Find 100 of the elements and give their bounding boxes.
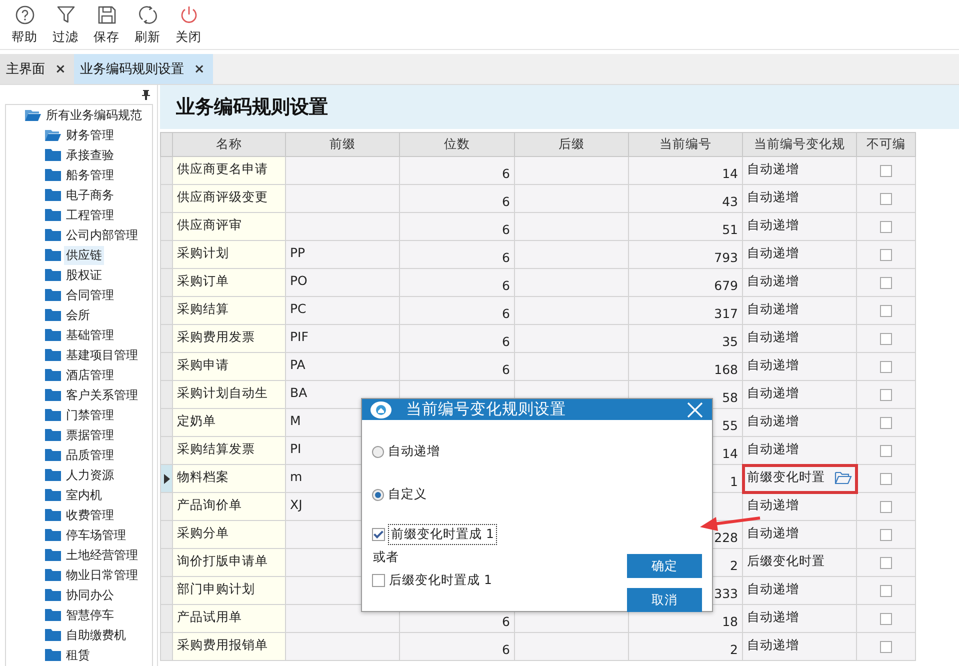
refresh-icon [136,4,158,26]
tree-item[interactable]: 门禁管理 [64,406,116,424]
tree-item[interactable]: 土地经营管理 [64,546,140,564]
checkbox[interactable] [880,249,892,262]
table-cell: 14 [628,156,742,184]
toolbar-button[interactable]: 保存 [86,4,127,46]
toolbar-button[interactable]: 关闭 [168,4,209,46]
table-cell: 6 [400,240,514,268]
tree-item[interactable]: 客户关系管理 [64,386,140,404]
column-header[interactable]: 前缀 [286,132,400,156]
table-cell: 6 [400,324,514,352]
checkbox[interactable] [880,165,892,178]
close-icon[interactable] [686,400,704,418]
tree-item[interactable]: 票据管理 [64,426,116,444]
tree-item[interactable]: 物业日常管理 [64,566,140,584]
checkbox[interactable] [880,277,892,290]
tree-item[interactable]: 收费管理 [64,506,116,524]
tree-item[interactable]: 合同管理 [64,286,116,304]
tree-item[interactable]: 财务管理 [64,126,116,144]
tree-item[interactable]: 股权证 [64,266,104,284]
table-cell: 51 [628,212,742,240]
checkbox[interactable] [880,221,892,234]
tree-item[interactable]: 酒店管理 [64,366,116,384]
table-cell: 自动递增 [742,576,856,604]
column-header[interactable]: 当前编号变化规 [742,132,856,156]
tab[interactable]: 业务编码规则设置 × [74,54,213,84]
column-header[interactable]: 名称 [172,132,286,156]
table-cell: 6 [400,296,514,324]
close-tab-button[interactable]: × [55,62,66,76]
tree-item[interactable]: 基建项目管理 [64,346,140,364]
table-cell: 自动递增 [742,240,856,268]
checkbox[interactable] [880,641,892,654]
radio-button[interactable] [372,488,384,500]
dialog-button[interactable]: 确定 [627,554,702,578]
table-cell: 采购分单 [172,520,286,548]
tree-item[interactable]: 品质管理 [64,446,116,464]
checkbox-label[interactable]: 后缀变化时置成 1 [389,572,492,589]
checkbox[interactable] [372,528,385,541]
column-header[interactable]: 位数 [400,132,514,156]
checkbox[interactable] [880,333,892,346]
checkbox[interactable] [880,445,892,458]
table-cell: 采购结算 [172,296,286,324]
tree-item[interactable]: 智慧停车 [64,606,116,624]
table-cell: 自动递增 [742,156,856,184]
tree-item[interactable]: 所有业务编码规范 [44,106,144,124]
tree-item[interactable]: 协同办公 [64,586,116,604]
table-cell: 6 [400,212,514,240]
checkbox[interactable] [880,193,892,206]
tree-item[interactable]: 电子商务 [64,186,116,204]
checkbox[interactable] [880,417,892,430]
checkbox[interactable] [880,305,892,318]
toolbar-button[interactable]: 过滤 [45,4,86,46]
table-cell: 6 [400,156,514,184]
table-cell: 供应商评审 [172,212,286,240]
tree-item[interactable]: 租赁 [64,646,92,664]
tree-item[interactable]: 公司内部管理 [64,226,140,244]
tree-item[interactable]: 工程管理 [64,206,116,224]
table-cell: 自动递增 [742,352,856,380]
table-cell: 部门申购计划 [172,576,286,604]
tree-item[interactable]: 停车场管理 [64,526,128,544]
checkbox[interactable] [880,613,892,626]
table-cell: 793 [628,240,742,268]
radio-button[interactable] [372,446,384,458]
table-cell: 168 [628,352,742,380]
column-header[interactable]: 当前编号 [628,132,742,156]
tree-item[interactable]: 自助缴费机 [64,626,128,644]
separator-text: 或者 [373,549,400,566]
column-header[interactable]: 后缀 [514,132,628,156]
table-cell: PIF [286,324,400,352]
checkbox-label[interactable]: 前缀变化时置成 1 [389,525,496,544]
table-cell: 产品试用单 [172,604,286,632]
pin-icon [141,89,151,100]
tree-item[interactable]: 供应链 [64,246,104,264]
table-cell: 自动递增 [742,436,856,464]
tree-item[interactable]: 室内机 [64,486,104,504]
checkbox[interactable] [880,529,892,542]
checkbox[interactable] [880,557,892,570]
tree-item[interactable]: 人力资源 [64,466,116,484]
checkbox[interactable] [880,585,892,598]
table-cell: 自动递增 [742,492,856,520]
tree-item[interactable]: 承接查验 [64,146,116,164]
close-tab-button[interactable]: × [194,62,205,76]
table-cell: 35 [628,324,742,352]
checkbox[interactable] [880,361,892,374]
tab[interactable]: 主界面 × [0,54,74,84]
dialog-button[interactable]: 取消 [627,588,702,612]
tree-item[interactable]: 船务管理 [64,166,116,184]
checkbox[interactable] [880,389,892,402]
column-header[interactable]: 不可编 [856,132,916,156]
toolbar-button[interactable]: 刷新 [127,4,168,46]
checkbox[interactable] [880,473,892,486]
toolbar-button[interactable]: 帮助 [4,4,45,46]
table-cell: 定奶单 [172,408,286,436]
table-cell: 43 [628,184,742,212]
table-cell: 供应商评级变更 [172,184,286,212]
checkbox[interactable] [372,574,385,587]
checkbox[interactable] [880,501,892,514]
tree-item[interactable]: 基础管理 [64,326,116,344]
table-cell: 采购申请 [172,352,286,380]
tree-item[interactable]: 会所 [64,306,92,324]
